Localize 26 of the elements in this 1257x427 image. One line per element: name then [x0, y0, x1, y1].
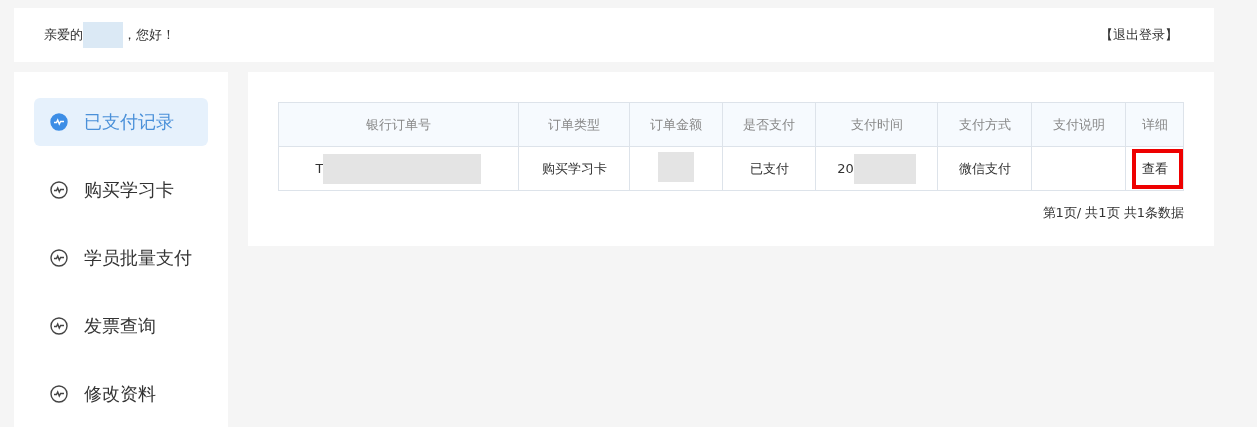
pulse-circle-icon	[50, 181, 68, 199]
greeting-text: 亲爱的	[44, 26, 83, 44]
table-cell: 微信支付	[958, 159, 1011, 178]
greeting-text: ，您好！	[123, 26, 175, 44]
column-header: 银行订单号	[278, 102, 519, 147]
pulse-circle-icon	[50, 249, 68, 267]
pulse-circle-icon	[50, 385, 68, 403]
table-cell: 购买学习卡	[541, 159, 607, 178]
column-header: 订单金额	[629, 102, 723, 147]
column-header: 支付说明	[1031, 102, 1126, 147]
sidebar-item[interactable]: 修改资料	[34, 370, 208, 418]
column-header: 支付方式	[937, 102, 1032, 147]
sidebar-item[interactable]: 购买学习卡	[34, 166, 208, 214]
logout-link[interactable]: 【退出登录】	[1100, 26, 1178, 44]
column-header: 支付时间	[815, 102, 938, 147]
pagination-text: 第1页/ 共1页 共1条数据	[1041, 204, 1184, 222]
table-cell: 20	[837, 161, 854, 176]
column-header: 是否支付	[722, 102, 816, 147]
pulse-circle-icon	[50, 317, 68, 335]
table-cell: 已支付	[749, 159, 789, 178]
column-header: 详细	[1125, 102, 1184, 147]
column-header: 订单类型	[518, 102, 630, 147]
table-cell: T	[315, 161, 324, 176]
sidebar-item[interactable]: 发票查询	[34, 302, 208, 350]
pulse-circle-icon	[50, 113, 68, 131]
sidebar-item[interactable]: 学员批量支付	[34, 234, 208, 282]
